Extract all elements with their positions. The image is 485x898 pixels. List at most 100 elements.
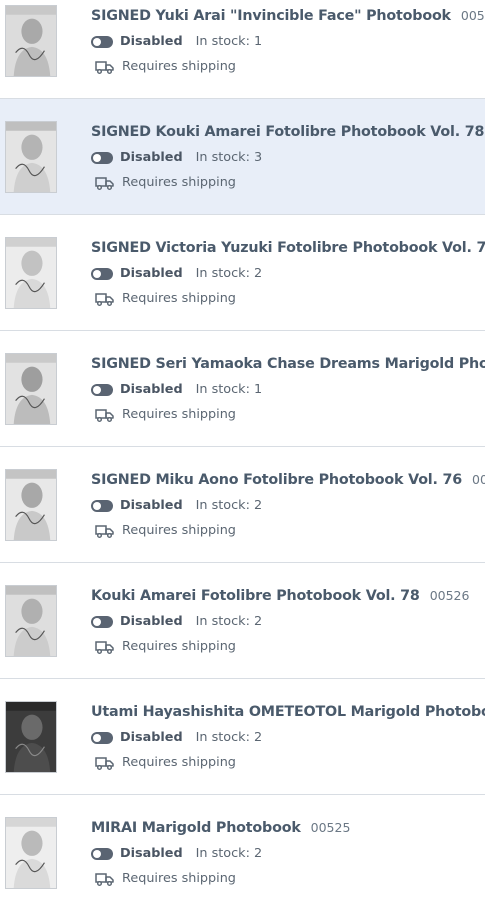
product-sku: 00530 <box>460 8 485 23</box>
product-status: Disabled <box>120 614 183 629</box>
product-row[interactable]: SIGNED Miku Aono Fotolibre Photobook Vol… <box>0 447 485 563</box>
product-sku: 00526 <box>429 588 470 603</box>
product-stock: In stock: 1 <box>195 382 263 397</box>
product-stock: In stock: 1 <box>195 34 263 49</box>
product-title-line: Kouki Amarei Fotolibre Photobook Vol. 78… <box>91 586 469 606</box>
truck-icon <box>95 525 114 538</box>
product-row[interactable]: Kouki Amarei Fotolibre Photobook Vol. 78… <box>0 563 485 679</box>
product-stock: In stock: 2 <box>195 846 263 861</box>
product-thumbnail[interactable] <box>5 469 57 541</box>
product-status: Disabled <box>120 846 183 861</box>
truck-icon <box>95 177 114 190</box>
toggle-off-icon[interactable] <box>91 848 113 860</box>
product-status: Disabled <box>120 382 183 397</box>
product-row[interactable]: SIGNED Kouki Amarei Fotolibre Photobook … <box>0 99 485 215</box>
product-status: Disabled <box>120 498 183 513</box>
truck-icon <box>95 757 114 770</box>
product-thumbnail[interactable] <box>5 121 57 193</box>
product-shipping: Requires shipping <box>122 639 236 654</box>
truck-icon <box>95 873 114 886</box>
product-status-line: Disabled In stock: 3 <box>91 149 262 167</box>
product-shipping-line: Requires shipping <box>95 58 236 76</box>
product-status: Disabled <box>120 730 183 745</box>
product-title[interactable]: MIRAI Marigold Photobook <box>91 820 301 836</box>
product-status-line: Disabled In stock: 1 <box>91 33 262 51</box>
product-status: Disabled <box>120 266 183 281</box>
product-shipping-line: Requires shipping <box>95 174 236 192</box>
product-status-line: Disabled In stock: 1 <box>91 381 262 399</box>
product-shipping: Requires shipping <box>122 59 236 74</box>
product-shipping-line: Requires shipping <box>95 638 236 656</box>
product-title-line: SIGNED Miku Aono Fotolibre Photobook Vol… <box>91 470 485 490</box>
truck-icon <box>95 641 114 654</box>
product-status-line: Disabled In stock: 2 <box>91 497 262 515</box>
photobook-cover-image <box>6 354 56 424</box>
product-shipping-line: Requires shipping <box>95 754 236 772</box>
product-row[interactable]: SIGNED Yuki Arai "Invincible Face" Photo… <box>0 0 485 99</box>
product-stock: In stock: 2 <box>195 266 263 281</box>
photobook-cover-image <box>6 586 56 656</box>
product-shipping: Requires shipping <box>122 871 236 886</box>
product-list: SIGNED Yuki Arai "Invincible Face" Photo… <box>0 0 485 898</box>
toggle-off-icon[interactable] <box>91 616 113 628</box>
product-sku: 00525 <box>310 820 351 835</box>
product-shipping-line: Requires shipping <box>95 870 236 888</box>
photobook-cover-image <box>6 122 56 192</box>
product-status: Disabled <box>120 150 183 165</box>
product-row[interactable]: SIGNED Victoria Yuzuki Fotolibre Photobo… <box>0 215 485 331</box>
product-shipping: Requires shipping <box>122 175 236 190</box>
product-title-line: Utami Hayashishita OMETEOTOL Marigold Ph… <box>91 702 485 722</box>
product-title[interactable]: SIGNED Miku Aono Fotolibre Photobook Vol… <box>91 472 462 488</box>
product-shipping-line: Requires shipping <box>95 522 236 540</box>
product-title[interactable]: SIGNED Victoria Yuzuki Fotolibre Photobo… <box>91 240 485 256</box>
product-title[interactable]: SIGNED Kouki Amarei Fotolibre Photobook … <box>91 124 484 140</box>
photobook-cover-image <box>6 6 56 76</box>
product-thumbnail[interactable] <box>5 353 57 425</box>
photobook-cover-image <box>6 818 56 888</box>
product-row[interactable]: MIRAI Marigold Photobook 00525 Disabled I… <box>0 795 485 898</box>
product-stock: In stock: 2 <box>195 730 263 745</box>
toggle-off-icon[interactable] <box>91 500 113 512</box>
product-thumbnail[interactable] <box>5 701 57 773</box>
toggle-off-icon[interactable] <box>91 152 113 164</box>
product-sku: 00528 <box>472 472 485 487</box>
product-stock: In stock: 3 <box>195 150 263 165</box>
product-title-line: SIGNED Seri Yamaoka Chase Dreams Marigol… <box>91 354 485 374</box>
photobook-cover-image <box>6 470 56 540</box>
product-shipping: Requires shipping <box>122 523 236 538</box>
product-title-line: MIRAI Marigold Photobook 00525 <box>91 818 350 838</box>
product-thumbnail[interactable] <box>5 5 57 77</box>
product-title[interactable]: Kouki Amarei Fotolibre Photobook Vol. 78 <box>91 588 420 604</box>
product-title[interactable]: SIGNED Yuki Arai "Invincible Face" Photo… <box>91 8 451 24</box>
product-row[interactable]: SIGNED Seri Yamaoka Chase Dreams Marigol… <box>0 331 485 447</box>
toggle-off-icon[interactable] <box>91 732 113 744</box>
product-title-line: SIGNED Victoria Yuzuki Fotolibre Photobo… <box>91 238 485 258</box>
product-title[interactable]: Utami Hayashishita OMETEOTOL Marigold Ph… <box>91 704 485 720</box>
toggle-off-icon[interactable] <box>91 268 113 280</box>
product-shipping-line: Requires shipping <box>95 406 236 424</box>
product-title[interactable]: SIGNED Seri Yamaoka Chase Dreams Marigol… <box>91 356 485 372</box>
toggle-off-icon[interactable] <box>91 384 113 396</box>
truck-icon <box>95 61 114 74</box>
product-status-line: Disabled In stock: 2 <box>91 845 262 863</box>
product-title-line: SIGNED Yuki Arai "Invincible Face" Photo… <box>91 6 485 26</box>
product-status-line: Disabled In stock: 2 <box>91 613 262 631</box>
product-thumbnail[interactable] <box>5 237 57 309</box>
photobook-cover-image <box>6 238 56 308</box>
product-shipping: Requires shipping <box>122 407 236 422</box>
photobook-cover-image <box>6 702 56 772</box>
product-status-line: Disabled In stock: 2 <box>91 729 262 747</box>
product-status-line: Disabled In stock: 2 <box>91 265 262 283</box>
product-stock: In stock: 2 <box>195 614 263 629</box>
product-thumbnail[interactable] <box>5 817 57 889</box>
product-stock: In stock: 2 <box>195 498 263 513</box>
product-shipping: Requires shipping <box>122 755 236 770</box>
product-shipping-line: Requires shipping <box>95 290 236 308</box>
truck-icon <box>95 409 114 422</box>
toggle-off-icon[interactable] <box>91 36 113 48</box>
product-thumbnail[interactable] <box>5 585 57 657</box>
product-status: Disabled <box>120 34 183 49</box>
product-title-line: SIGNED Kouki Amarei Fotolibre Photobook … <box>91 122 485 142</box>
truck-icon <box>95 293 114 306</box>
product-row[interactable]: Utami Hayashishita OMETEOTOL Marigold Ph… <box>0 679 485 795</box>
